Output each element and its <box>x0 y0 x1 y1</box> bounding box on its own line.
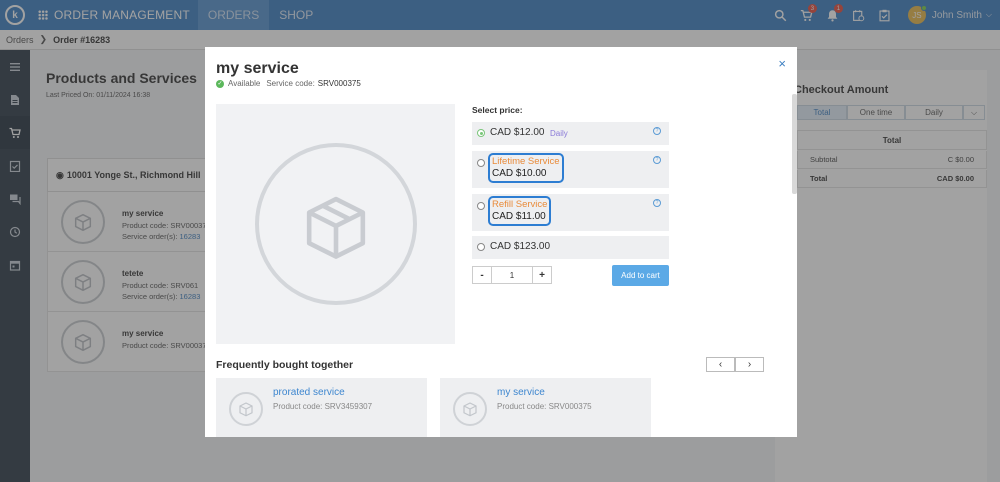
price-amount: CAD $12.00 <box>490 127 545 138</box>
price-name: Lifetime Service <box>492 156 560 167</box>
recommended-product-name[interactable]: my service <box>497 387 545 398</box>
recommended-product-name[interactable]: prorated service <box>273 387 345 398</box>
info-icon[interactable]: ? <box>653 156 661 164</box>
price-amount: CAD $10.00 <box>492 168 547 179</box>
highlighted-price-box: Lifetime Service CAD $10.00 <box>488 153 564 183</box>
price-option-daily[interactable]: CAD $12.00 Daily ? <box>472 122 669 145</box>
box-icon <box>239 402 253 417</box>
quantity-stepper: - 1 + <box>472 266 552 284</box>
select-price-label: Select price: <box>472 105 523 115</box>
info-icon[interactable]: ? <box>653 127 661 135</box>
add-to-cart-button[interactable]: Add to cart <box>612 265 669 286</box>
product-detail-modal: my service × ✓ Available Service code: S… <box>205 47 797 437</box>
product-image-placeholder <box>216 104 455 344</box>
check-circle-icon: ✓ <box>216 79 224 88</box>
box-icon <box>306 196 365 259</box>
price-name: Refill Service <box>492 199 548 210</box>
modal-title: my service <box>216 60 299 77</box>
recommended-product-code: Product code: SRV000375 <box>497 402 592 411</box>
price-radio[interactable] <box>477 202 485 210</box>
service-code-value: SRV000375 <box>317 79 361 88</box>
availability-text: Available <box>228 79 261 88</box>
price-amount: CAD $11.00 <box>492 211 546 222</box>
carousel-prev-chevron-left-icon[interactable]: ‹ <box>706 357 735 372</box>
product-placeholder-image <box>453 392 487 426</box>
price-option-123[interactable]: CAD $123.00 <box>472 236 669 259</box>
decrement-button[interactable]: - <box>472 266 492 284</box>
info-icon[interactable]: ? <box>653 199 661 207</box>
recommended-product-card[interactable]: prorated service Product code: SRV345930… <box>216 378 427 437</box>
recommended-product-code: Product code: SRV3459307 <box>273 402 373 411</box>
carousel-next-chevron-right-icon[interactable]: › <box>735 357 764 372</box>
quantity-input[interactable]: 1 <box>492 266 532 284</box>
product-placeholder-image <box>229 392 263 426</box>
availability-status: ✓ Available Service code: SRV000375 <box>216 79 361 88</box>
close-icon[interactable]: × <box>778 56 786 71</box>
carousel-nav: ‹ › <box>706 357 764 372</box>
modal-scrollbar[interactable] <box>792 94 797 194</box>
placeholder-circle <box>254 143 417 305</box>
price-radio-selected[interactable] <box>477 129 485 137</box>
price-option-lifetime[interactable]: Lifetime Service CAD $10.00 ? <box>472 151 669 188</box>
service-code-label: Service code: <box>266 79 315 88</box>
price-amount: CAD $123.00 <box>490 241 551 252</box>
price-frequency: Daily <box>550 129 568 138</box>
price-radio[interactable] <box>477 243 485 251</box>
highlighted-price-box: Refill Service CAD $11.00 <box>488 196 552 226</box>
increment-button[interactable]: + <box>532 266 552 284</box>
frequently-bought-title: Frequently bought together <box>216 359 354 371</box>
price-radio[interactable] <box>477 159 485 167</box>
price-option-refill[interactable]: Refill Service CAD $11.00 ? <box>472 194 669 231</box>
box-icon <box>463 402 477 417</box>
recommended-product-card[interactable]: my service Product code: SRV000375 <box>440 378 651 437</box>
